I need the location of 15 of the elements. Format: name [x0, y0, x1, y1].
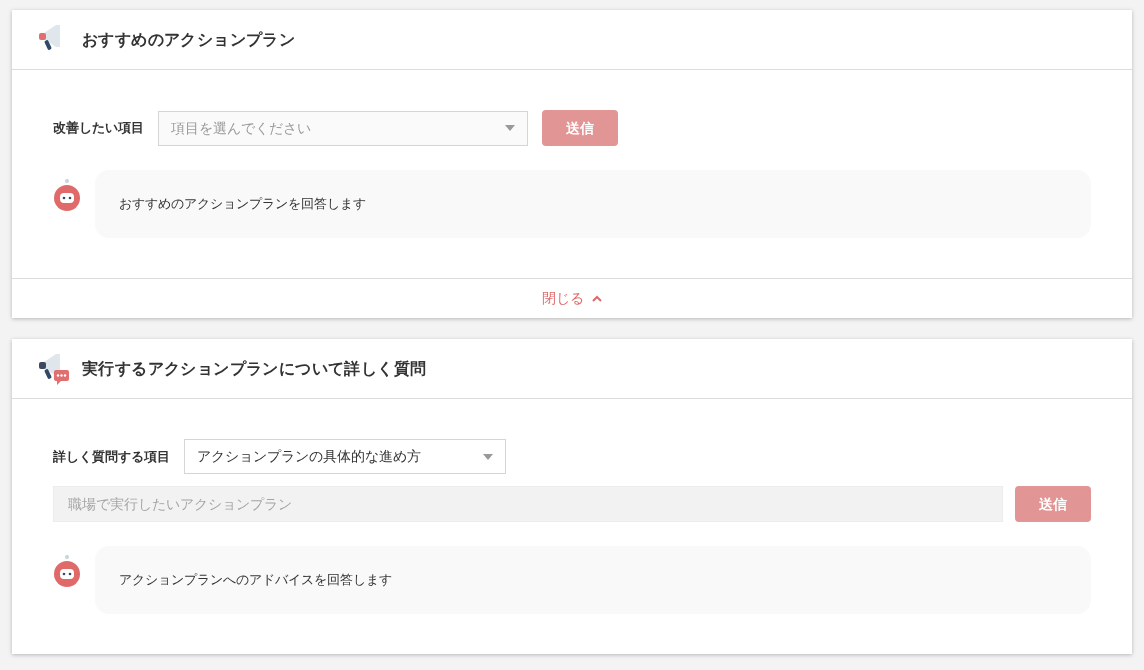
panel-title: 実行するアクションプランについて詳しく質問 [82, 357, 427, 380]
robot-icon [53, 178, 81, 212]
answer-text: アクションプランへのアドバイスを回答します [119, 571, 392, 590]
dropdown-select[interactable]: アクションプランの具体的な進め方 [184, 439, 506, 474]
dropdown-select[interactable]: 項目を選んでください [158, 110, 528, 146]
chevron-icon [592, 295, 602, 302]
answer-text: おすすめのアクションプランを回答します [119, 195, 366, 214]
robot-icon [53, 554, 81, 588]
field-label: 詳しく質問する項目 [53, 447, 170, 466]
caret-icon [483, 453, 493, 460]
megaphone-chat-icon [36, 351, 70, 386]
close-toggle[interactable]: 閉じる [542, 288, 602, 309]
caret-icon [505, 125, 515, 131]
panel-title: おすすめのアクションプラン [82, 28, 296, 51]
field-label: 改善したい項目 [53, 119, 144, 138]
